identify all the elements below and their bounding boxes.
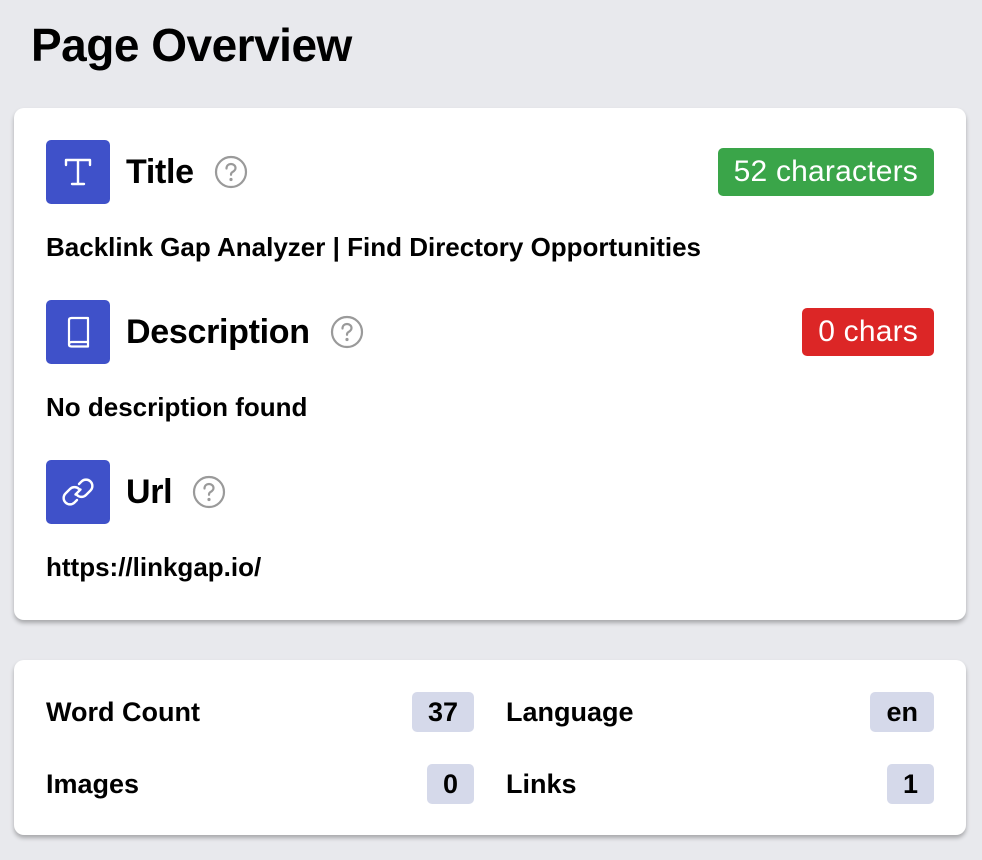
title-label: Title: [126, 152, 194, 191]
stat-label: Links: [506, 768, 577, 799]
stat-value: en: [870, 692, 934, 732]
title-length-badge: 52 characters: [717, 148, 934, 196]
title-section-header: Title 52 characters: [46, 140, 934, 204]
stat-word-count: Word Count 37: [46, 692, 474, 732]
stat-language: Language en: [506, 692, 934, 732]
link-icon: [46, 460, 110, 524]
stat-images: Images 0: [46, 764, 474, 804]
description-label: Description: [126, 312, 310, 351]
url-section-header: Url: [46, 460, 934, 524]
title-value: Backlink Gap Analyzer | Find Directory O…: [46, 232, 702, 262]
text-t-icon: [46, 140, 110, 204]
stat-value: 1: [886, 764, 934, 804]
page-title: Page Overview: [31, 19, 352, 71]
description-value: No description found: [46, 392, 308, 422]
stat-links: Links 1: [506, 764, 934, 804]
url-label: Url: [126, 472, 173, 511]
stat-label: Word Count: [46, 696, 200, 727]
book-icon: [46, 300, 110, 364]
page-stats-card: Word Count 37 Language en Images 0 Links…: [14, 660, 966, 835]
stat-label: Images: [46, 768, 140, 799]
url-value: https://linkgap.io/: [46, 552, 262, 582]
stat-value: 0: [426, 764, 474, 804]
url-help-icon[interactable]: [192, 475, 226, 509]
description-length-badge: 0 chars: [802, 308, 934, 356]
page-meta-card: Title 52 characters Backlink Gap Analyze…: [14, 108, 966, 620]
title-help-icon[interactable]: [214, 155, 248, 189]
stat-label: Language: [506, 696, 634, 727]
stat-value: 37: [411, 692, 474, 732]
description-section-header: Description 0 chars: [46, 300, 934, 364]
description-help-icon[interactable]: [330, 315, 364, 349]
